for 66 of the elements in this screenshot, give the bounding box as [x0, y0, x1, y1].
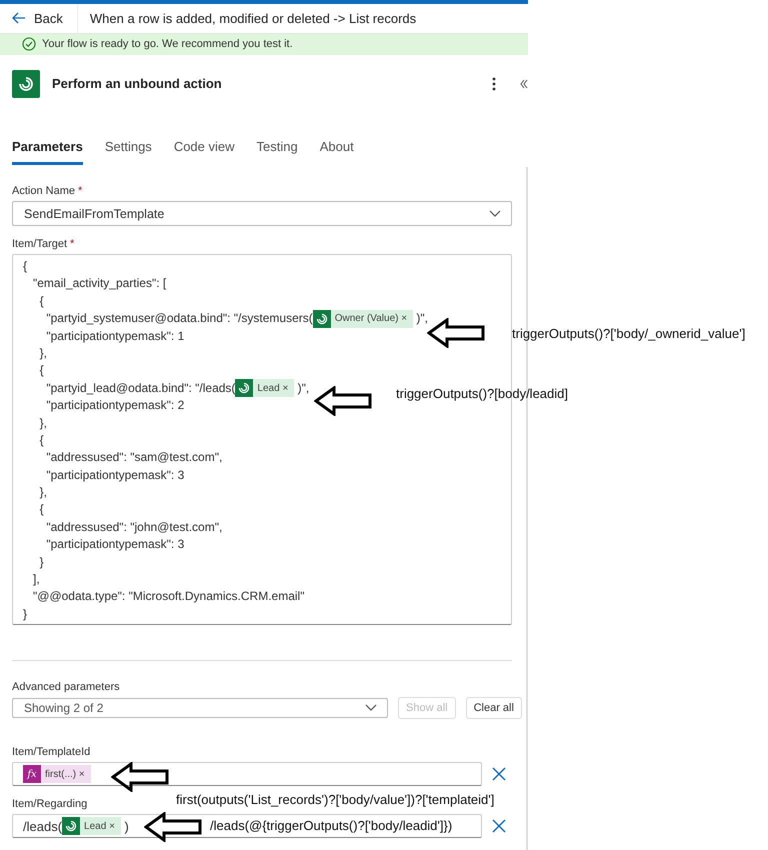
advanced-parameters-dropdown[interactable]: Showing 2 of 2: [12, 698, 388, 718]
tab[interactable]: Parameters: [12, 126, 83, 165]
annotation-text: first(outputs('List_records')?['body/value'])?['templateid']: [176, 793, 494, 806]
code-text: "partyid_systemuser@odata.bind": "/systemusers(: [45, 310, 313, 328]
tab[interactable]: About: [320, 126, 354, 165]
code-text: {: [38, 501, 44, 518]
more-icon[interactable]: [492, 76, 496, 91]
tab[interactable]: Testing: [256, 126, 298, 165]
token-chip[interactable]: Lead ×: [235, 379, 294, 398]
code-text: ): [124, 818, 129, 834]
arrow-drawing: [427, 318, 485, 348]
code-text: /leads(: [23, 818, 62, 834]
token-chip[interactable]: Owner (Value) ×: [312, 310, 414, 328]
code-text: "addressused": "sam@test.com",: [45, 449, 222, 466]
arrow-drawing: [314, 386, 372, 416]
code-text: "participationtypemask": 3: [45, 466, 184, 484]
code-text: "participationtypemask": 3: [45, 536, 184, 554]
dataverse-icon: [65, 820, 78, 832]
parameter-button[interactable]: Clear all: [466, 697, 522, 720]
code-text: "partyid_lead@odata.bind": "/leads(: [45, 380, 236, 397]
field-label: Advanced parameters: [12, 681, 120, 694]
back-button[interactable]: Back: [0, 4, 78, 33]
chevron-down-icon: [365, 704, 377, 712]
dataverse-icon: [316, 312, 328, 325]
field-label: Action Name *: [12, 185, 82, 198]
code-text: },: [38, 344, 48, 362]
field-label: Item/Target *: [12, 238, 74, 250]
annotation-text: triggerOutputs()?['body/_ownerid_value']: [512, 327, 746, 340]
tab[interactable]: Settings: [104, 126, 152, 165]
field-label: Item/Regarding: [12, 798, 88, 810]
code-text: {: [38, 292, 44, 310]
token-chip[interactable]: Lead ×: [62, 817, 121, 836]
token-chip[interactable]: fx first(...) ×: [23, 765, 91, 784]
code-text: )",: [296, 380, 310, 397]
code-text: {: [38, 432, 44, 449]
code-text: },: [38, 484, 48, 502]
annotation-text: /leads(@{triggerOutputs()?['body/leadid']}): [210, 819, 452, 832]
code-text: ],: [32, 571, 40, 588]
input-field[interactable]: fx first(...) ×: [12, 762, 482, 786]
code-text: {: [38, 362, 44, 380]
code-text: }: [38, 554, 44, 571]
collapse-icon[interactable]: [520, 78, 528, 89]
field-label: Item/TemplateId: [12, 746, 90, 758]
close-icon[interactable]: [492, 767, 506, 782]
arrow-drawing: [144, 812, 202, 842]
code-text: },: [38, 414, 48, 432]
code-text: )",: [415, 310, 428, 328]
dataverse-icon: [238, 382, 250, 394]
action-title: Perform an unbound action: [52, 76, 223, 92]
arrow-drawing: [111, 762, 169, 792]
code-text: }: [23, 606, 28, 623]
tab[interactable]: Code view: [174, 126, 235, 165]
code-text: {: [23, 258, 28, 276]
check-circle-icon: [22, 37, 36, 52]
code-text: "@@odata.type": "Microsoft.Dynamics.CRM.email": [32, 588, 304, 606]
code-text: "addressused": "john@test.com",: [45, 518, 222, 536]
action-name-dropdown[interactable]: SendEmailFromTemplate: [12, 201, 512, 226]
code-text: "email_activity_parties": [: [32, 275, 166, 292]
close-icon[interactable]: [492, 819, 506, 834]
banner-text: Your flow is ready to go. We recommend you test it.: [42, 38, 293, 50]
code-text: "participationtypemask": 2: [45, 397, 184, 414]
code-text: "participationtypemask": 1: [45, 328, 184, 345]
chevron-down-icon: [489, 210, 501, 218]
back-arrow-icon: [12, 12, 26, 24]
breadcrumb-title: When a row is added, modified or deleted -> List records: [88, 10, 416, 26]
annotation-text: triggerOutputs()?[body/leadid]: [396, 387, 568, 400]
